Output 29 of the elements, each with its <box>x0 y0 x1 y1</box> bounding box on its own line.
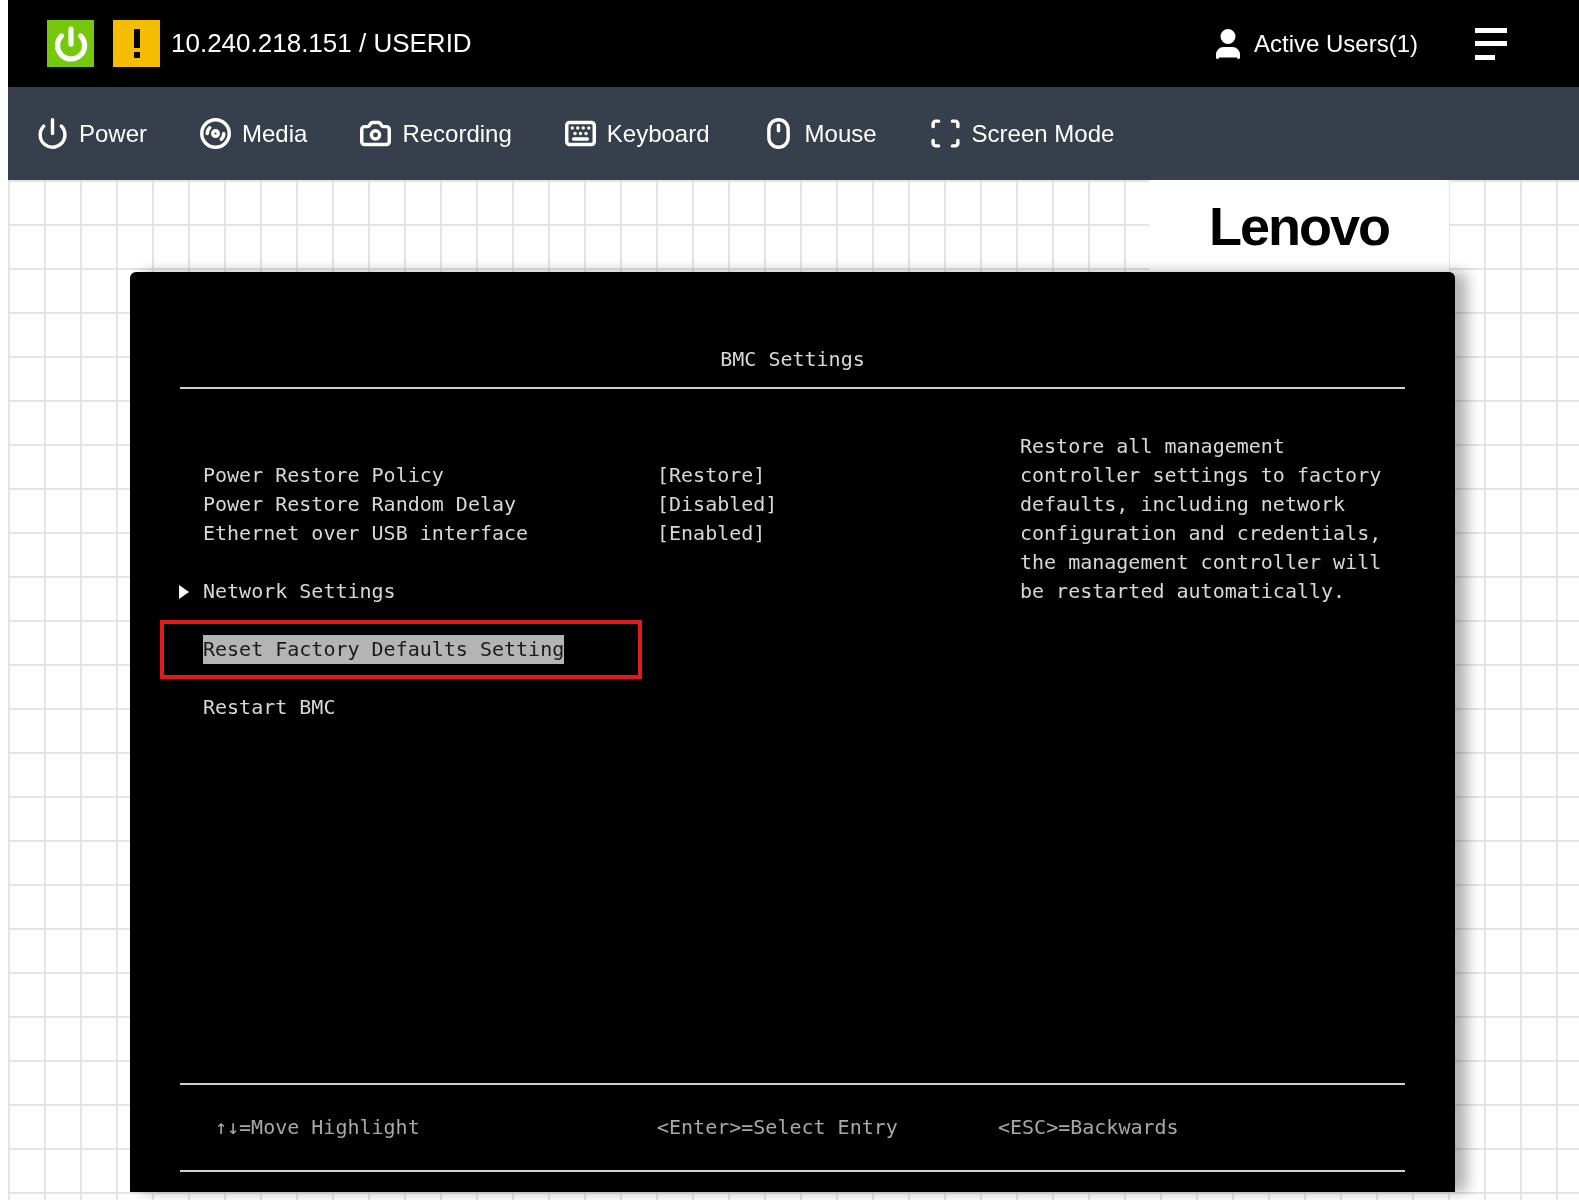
server-address: 10.240.218.151 / USERID <box>171 27 472 60</box>
fullscreen-icon <box>928 117 962 150</box>
menu-icon[interactable] <box>1475 27 1507 60</box>
help-text: Restore all management controller settings to factory defaults, including network configuration and credentials, the management controller will be restarted automatically. <box>1020 433 1382 605</box>
key-hint: ↑↓=Move Highlight <box>215 1114 421 1141</box>
toolbar-button[interactable]: Recording <box>359 108 524 159</box>
toolbar-button[interactable]: Mouse <box>761 108 889 159</box>
setting-value[interactable]: [Enabled] <box>657 519 1020 548</box>
setting-value[interactable]: [Restore] <box>657 461 1020 490</box>
toolbar-button[interactable]: Keyboard <box>563 108 722 159</box>
toolbar-button[interactable]: Power <box>36 108 160 159</box>
menu-item[interactable]: Reset Factory Defaults Setting <box>203 635 565 664</box>
power-icon <box>36 117 69 150</box>
key-hint: <ESC>=Backwards <box>998 1114 1179 1141</box>
key-hint: <Enter>=Select Entry <box>657 1114 899 1141</box>
menu-item[interactable]: Restart BMC <box>203 693 336 722</box>
menu-item[interactable]: Network Settings <box>203 577 396 606</box>
toolbar-button[interactable]: Screen Mode <box>928 108 1127 159</box>
setting-value[interactable]: [Disabled] <box>657 490 1020 519</box>
menu-item[interactable]: Power Restore Random Delay <box>203 490 517 519</box>
active-users-link[interactable]: Active Users(1) <box>1253 25 1418 62</box>
warning-icon[interactable] <box>113 20 160 67</box>
logo: Lenovo <box>1149 180 1449 272</box>
menu-item[interactable]: Power Restore Policy <box>203 461 444 490</box>
menu-item[interactable]: Ethernet over USB interface <box>203 519 529 548</box>
triangle-icon <box>179 584 189 599</box>
screen-title: BMC Settings <box>719 346 866 373</box>
disc-icon <box>199 117 233 150</box>
toolbar-button[interactable]: Media <box>199 108 320 159</box>
